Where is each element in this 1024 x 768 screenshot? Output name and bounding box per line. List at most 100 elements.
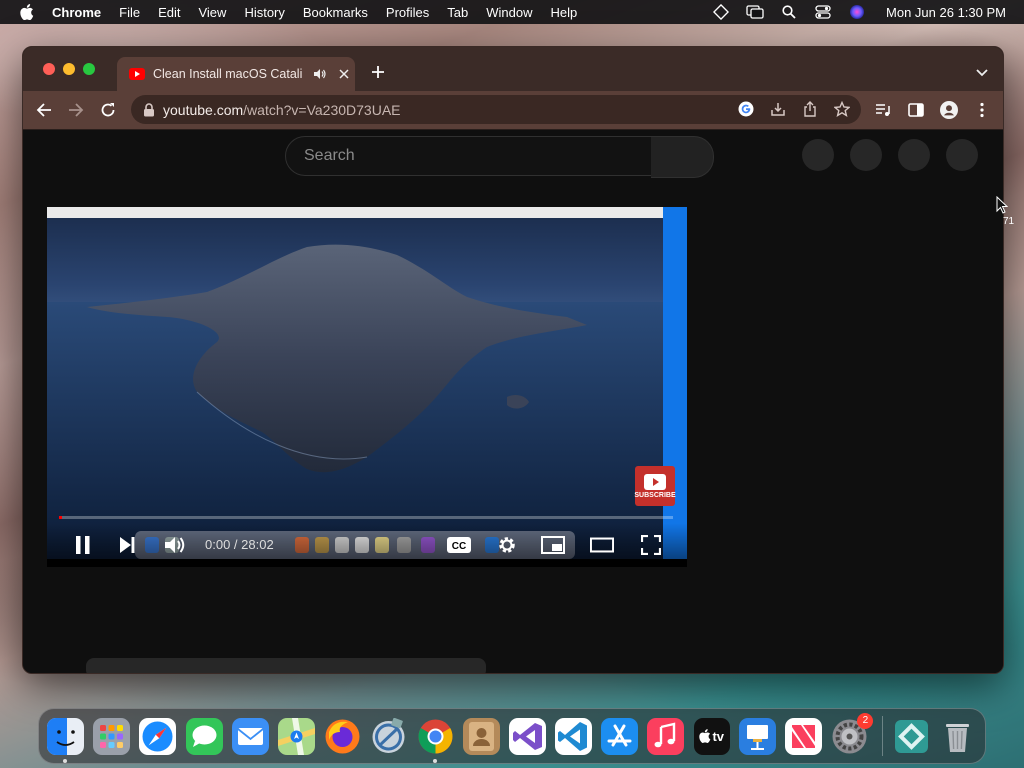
dock-safari-icon[interactable] bbox=[139, 717, 177, 755]
fullscreen-icon[interactable] bbox=[639, 533, 663, 557]
media-controls-icon[interactable] bbox=[874, 101, 892, 119]
dock-migration-assistant-icon[interactable] bbox=[370, 717, 407, 755]
tab-strip: Clean Install macOS Catalina bbox=[23, 47, 1003, 91]
subscribe-label: SUBSCRIBE bbox=[634, 491, 676, 499]
screen-mirroring-icon[interactable] bbox=[746, 4, 764, 20]
menu-window[interactable]: Window bbox=[486, 5, 532, 20]
control-center-icon[interactable] bbox=[814, 4, 832, 20]
reload-icon[interactable] bbox=[99, 101, 117, 119]
menubar-clock[interactable]: Mon Jun 26 1:30 PM bbox=[886, 5, 1006, 20]
pause-icon[interactable] bbox=[71, 533, 95, 557]
youtube-search-box[interactable] bbox=[285, 136, 653, 176]
dock-keynote-icon[interactable] bbox=[739, 717, 777, 755]
time-separator: / bbox=[230, 537, 242, 552]
youtube-page: SUBSCRIBE 0:00 / 28:02 CC bbox=[23, 130, 1003, 673]
menu-profiles[interactable]: Profiles bbox=[386, 5, 429, 20]
video-player[interactable]: SUBSCRIBE 0:00 / 28:02 CC bbox=[47, 207, 687, 567]
side-panel-icon[interactable] bbox=[907, 101, 925, 119]
diamond-status-icon[interactable] bbox=[712, 4, 730, 20]
menu-help[interactable]: Help bbox=[551, 5, 578, 20]
lock-icon[interactable] bbox=[143, 102, 155, 117]
spotlight-search-icon[interactable] bbox=[780, 4, 798, 20]
apple-menu-icon[interactable] bbox=[18, 3, 36, 21]
tab-audio-icon[interactable] bbox=[313, 67, 327, 81]
background-window-text: 71 bbox=[1003, 216, 1015, 227]
youtube-search-input[interactable] bbox=[302, 146, 626, 166]
time-total: 28:02 bbox=[241, 537, 274, 552]
dock-visual-studio-icon[interactable] bbox=[508, 717, 546, 755]
dock-trash-icon[interactable] bbox=[939, 718, 976, 755]
dock-launchpad-icon[interactable] bbox=[93, 717, 131, 755]
menu-bookmarks[interactable]: Bookmarks bbox=[303, 5, 368, 20]
menu-file[interactable]: File bbox=[119, 5, 140, 20]
minimize-window-button[interactable] bbox=[63, 63, 75, 75]
dock-vscode-icon[interactable] bbox=[555, 717, 593, 755]
notification-badge: 2 bbox=[857, 712, 874, 729]
running-indicator bbox=[432, 758, 437, 763]
new-tab-plus-icon[interactable] bbox=[369, 63, 387, 81]
dock-messages-icon[interactable] bbox=[185, 717, 223, 755]
menu-app-name[interactable]: Chrome bbox=[52, 5, 101, 20]
running-indicator bbox=[63, 758, 67, 763]
chrome-menu-kebab-icon[interactable] bbox=[973, 101, 991, 119]
next-video-icon[interactable] bbox=[115, 533, 139, 557]
dock-minimized-window-icon[interactable] bbox=[893, 718, 930, 755]
cc-label: CC bbox=[452, 541, 466, 552]
menu-edit[interactable]: Edit bbox=[158, 5, 180, 20]
header-placeholder-circle[interactable] bbox=[898, 139, 930, 171]
theater-mode-icon[interactable] bbox=[590, 533, 614, 557]
siri-icon[interactable] bbox=[848, 4, 866, 20]
tab-close-icon[interactable] bbox=[337, 67, 351, 81]
tab-search-chevron-icon[interactable] bbox=[975, 65, 989, 77]
dock-app-store-icon[interactable] bbox=[601, 717, 639, 755]
google-lens-icon[interactable] bbox=[737, 100, 755, 118]
back-arrow-icon[interactable] bbox=[35, 101, 53, 119]
forward-arrow-icon[interactable] bbox=[67, 101, 85, 119]
catalina-island-image bbox=[47, 244, 663, 559]
closed-captions-button[interactable]: CC bbox=[445, 533, 473, 557]
tab-youtube[interactable]: Clean Install macOS Catalina bbox=[117, 57, 355, 91]
apple-tv-label: tv bbox=[712, 728, 725, 744]
close-window-button[interactable] bbox=[43, 63, 55, 75]
url-path: /watch?v=Va230D73UAE bbox=[243, 101, 401, 118]
header-placeholder-circle[interactable] bbox=[946, 139, 978, 171]
url-text: youtube.com/watch?v=Va230D73UAE bbox=[163, 102, 401, 118]
miniplayer-icon[interactable] bbox=[541, 533, 565, 557]
dock-news-icon[interactable] bbox=[785, 717, 823, 755]
header-placeholder-circle[interactable] bbox=[802, 139, 834, 171]
video-frame bbox=[47, 207, 663, 559]
title-loading-placeholder bbox=[86, 658, 486, 673]
dock-system-settings-icon[interactable]: 2 bbox=[831, 712, 874, 755]
video-progress-bar[interactable] bbox=[59, 516, 673, 519]
profile-avatar-icon[interactable] bbox=[940, 101, 958, 119]
url-domain: youtube.com bbox=[163, 101, 244, 118]
video-progress-fill bbox=[59, 516, 63, 519]
subscribe-watermark[interactable]: SUBSCRIBE bbox=[634, 466, 676, 506]
menu-history[interactable]: History bbox=[244, 5, 284, 20]
bookmark-star-icon[interactable] bbox=[833, 100, 851, 118]
youtube-favicon-icon bbox=[129, 68, 145, 80]
dock-separator bbox=[881, 716, 883, 756]
settings-gear-icon[interactable] bbox=[495, 533, 519, 557]
browser-window: Clean Install macOS Catalina youtube.com… bbox=[22, 46, 1004, 674]
share-icon[interactable] bbox=[801, 100, 819, 118]
tab-title: Clean Install macOS Catalina bbox=[153, 67, 303, 81]
dock-firefox-icon[interactable] bbox=[324, 718, 361, 755]
address-bar[interactable]: youtube.com/watch?v=Va230D73UAE bbox=[131, 95, 861, 124]
youtube-search-button[interactable] bbox=[651, 136, 714, 178]
dock-mail-icon[interactable] bbox=[231, 717, 269, 755]
menu-view[interactable]: View bbox=[198, 5, 226, 20]
menu-tab[interactable]: Tab bbox=[447, 5, 468, 20]
dock-music-icon[interactable] bbox=[647, 717, 685, 755]
menu-bar: Chrome File Edit View History Bookmarks … bbox=[0, 0, 1024, 24]
dock-maps-icon[interactable] bbox=[277, 717, 315, 755]
install-app-icon[interactable] bbox=[769, 100, 787, 118]
volume-icon[interactable] bbox=[163, 533, 187, 557]
dock-chrome-icon[interactable] bbox=[417, 718, 454, 763]
dock-contacts-icon[interactable] bbox=[462, 717, 500, 755]
dock-apple-tv-icon[interactable]: tv bbox=[693, 717, 730, 755]
header-placeholder-circle[interactable] bbox=[850, 139, 882, 171]
zoom-window-button[interactable] bbox=[83, 63, 95, 75]
dock-finder-icon[interactable] bbox=[47, 717, 84, 763]
video-blue-edge bbox=[663, 207, 687, 559]
